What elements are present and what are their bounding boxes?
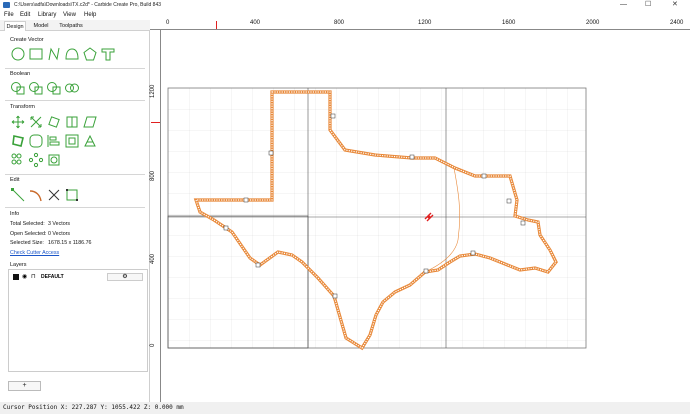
tab-toolpaths[interactable]: Toolpaths	[56, 21, 86, 31]
minimize-button[interactable]: —	[620, 0, 627, 10]
fillet-icon[interactable]	[28, 133, 44, 149]
ruler-tick-label: 800	[334, 20, 345, 26]
node-edit-icon[interactable]	[10, 187, 26, 203]
weld-icon[interactable]	[64, 80, 80, 96]
ruler-tick-label: 400	[250, 20, 261, 26]
info-heading: Info	[10, 211, 20, 217]
circular-array-icon[interactable]	[28, 152, 44, 168]
title-bar: C:\Users\adfa\Downloads\TX.c2d* - Carbid…	[0, 0, 690, 10]
check-cutter-access-link[interactable]: Check Cutter Access	[10, 250, 59, 256]
menu-bar: File Edit Library View Help	[0, 10, 690, 20]
window-title: C:\Users\adfa\Downloads\TX.c2d* - Carbid…	[14, 2, 162, 8]
app-icon	[3, 2, 10, 8]
array-icon[interactable]	[10, 152, 26, 168]
menu-help[interactable]: Help	[84, 10, 96, 20]
menu-edit[interactable]: Edit	[20, 10, 30, 20]
layer-settings-button[interactable]: ⚙	[107, 273, 143, 281]
ungroup-icon[interactable]	[82, 133, 98, 149]
cursor-marker-y	[151, 122, 160, 123]
trim-icon[interactable]	[46, 187, 62, 203]
close-button[interactable]: ✕	[672, 0, 678, 10]
add-layer-button[interactable]: +	[8, 381, 41, 391]
eye-icon[interactable]: ◉	[22, 273, 27, 281]
ruler-tick-label: 2400	[670, 20, 684, 26]
separator	[5, 68, 145, 69]
open-selected: Open Selected: 0 Vectors	[10, 231, 70, 237]
create-vector-heading: Create Vector	[10, 37, 44, 43]
ruler-tick-label: 800	[150, 170, 156, 181]
ruler-tick-label: 400	[150, 253, 156, 264]
circle-tool-icon[interactable]	[10, 46, 26, 62]
move-icon[interactable]	[10, 114, 26, 130]
rectangle-tool-icon[interactable]	[28, 46, 44, 62]
join-icon[interactable]	[64, 187, 80, 203]
menu-view[interactable]: View	[63, 10, 76, 20]
polygon-tool-icon[interactable]	[82, 46, 98, 62]
offset-icon[interactable]	[10, 133, 26, 149]
horizontal-ruler: 0 400 800 1200 1600 2000 2400	[150, 20, 690, 30]
intersect-icon[interactable]	[46, 80, 62, 96]
total-selected-label: Total Selected:	[10, 221, 45, 227]
curve-tool-icon[interactable]	[64, 46, 80, 62]
rotate-icon[interactable]	[46, 114, 62, 130]
tab-model[interactable]: Model	[30, 21, 52, 31]
selected-size-label: Selected Size:	[10, 240, 44, 246]
canvas-drawing	[167, 87, 587, 351]
maximize-button[interactable]: ☐	[645, 0, 651, 10]
total-selected-value: 3 Vectors	[48, 221, 71, 227]
tab-design[interactable]: Design	[4, 21, 26, 31]
open-selected-value: 0 Vectors	[48, 231, 71, 237]
ruler-tick-label: 1600	[502, 20, 516, 26]
design-canvas[interactable]	[161, 30, 690, 402]
subtract-icon[interactable]	[28, 80, 44, 96]
lock-icon[interactable]: ⊓	[31, 273, 36, 281]
layer-name: DEFAULT	[41, 274, 64, 280]
vertical-ruler: 1200 800 400 0	[150, 30, 161, 402]
ruler-tick-label: 1200	[418, 20, 432, 26]
open-selected-label: Open Selected:	[10, 231, 47, 237]
separator	[5, 100, 145, 101]
separator	[5, 207, 145, 208]
nest-icon[interactable]	[46, 152, 62, 168]
align-icon[interactable]	[46, 133, 62, 149]
gear-icon: ⚙	[122, 274, 128, 280]
panel-tabs: Design Model Toolpaths	[0, 20, 150, 31]
layers-heading: Layers	[10, 262, 27, 268]
status-bar: Cursor Position X: 227.287 Y: 1055.422 Z…	[0, 402, 690, 414]
layer-color-swatch[interactable]	[13, 274, 19, 280]
text-tool-icon[interactable]	[100, 46, 116, 62]
skew-icon[interactable]	[82, 114, 98, 130]
cursor-marker-x	[216, 21, 217, 29]
selected-size: Selected Size: 1678.15 x 1186.76	[10, 240, 92, 246]
layer-row-default[interactable]: ◉ ⊓ DEFAULT ⚙	[12, 273, 146, 281]
menu-library[interactable]: Library	[38, 10, 56, 20]
menu-file[interactable]: File	[4, 10, 14, 20]
layer-list: ◉ ⊓ DEFAULT ⚙	[8, 269, 148, 372]
ruler-tick-label: 0	[166, 20, 170, 26]
transform-heading: Transform	[10, 104, 35, 110]
boolean-heading: Boolean	[10, 71, 31, 77]
polyline-tool-icon[interactable]	[46, 46, 62, 62]
ruler-tick-label: 0	[150, 343, 156, 347]
ruler-tick-label: 2000	[586, 20, 600, 26]
total-selected: Total Selected: 3 Vectors	[10, 221, 70, 227]
ruler-tick-label: 1200	[150, 84, 156, 98]
union-icon[interactable]	[10, 80, 26, 96]
scale-icon[interactable]	[28, 114, 44, 130]
edit-heading: Edit	[10, 177, 20, 183]
curve-edit-icon[interactable]	[28, 187, 44, 203]
selected-size-value: 1678.15 x 1186.76	[48, 240, 92, 246]
group-icon[interactable]	[64, 133, 80, 149]
separator	[5, 174, 145, 175]
mirror-icon[interactable]	[64, 114, 80, 130]
